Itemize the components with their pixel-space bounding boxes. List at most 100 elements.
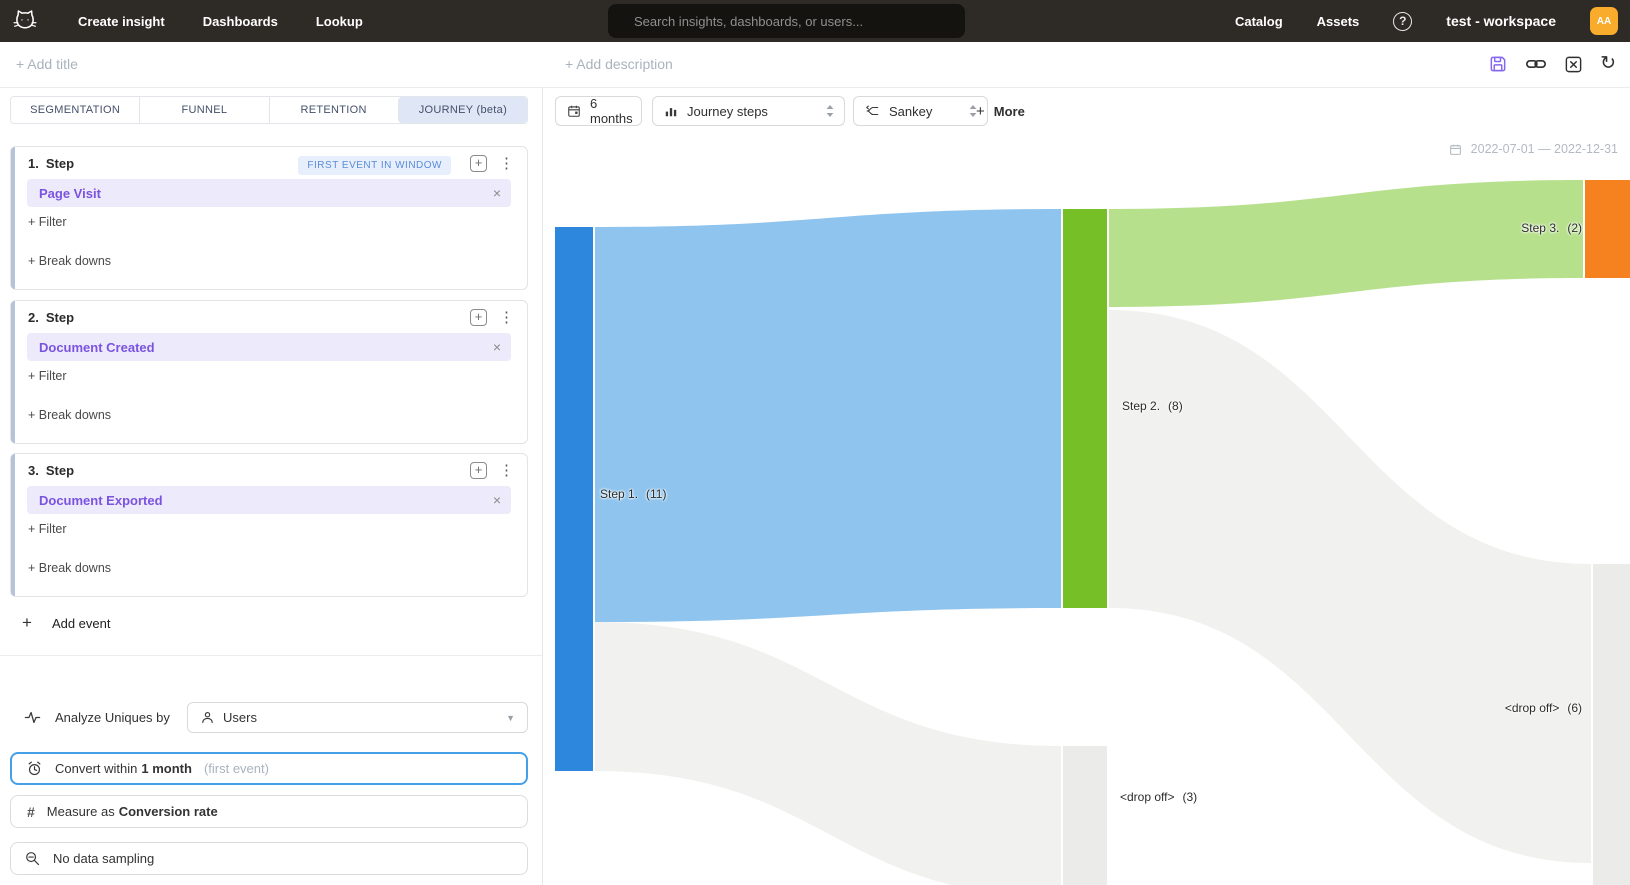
first-event-badge: FIRST EVENT IN WINDOW bbox=[298, 156, 451, 175]
remove-event-icon[interactable]: × bbox=[493, 492, 501, 508]
global-search[interactable] bbox=[608, 4, 965, 38]
sankey-chart: Step 1.(11) Step 2.(8) Step 3.(2) <drop … bbox=[544, 135, 1630, 885]
event-pill[interactable]: Document Exported × bbox=[27, 486, 511, 514]
data-sampling-setting[interactable]: No data sampling bbox=[10, 842, 528, 875]
more-options-button[interactable]: + More bbox=[976, 96, 1025, 126]
step-menu-icon[interactable]: ⋮ bbox=[499, 154, 514, 172]
save-icon[interactable] bbox=[1488, 54, 1508, 74]
link-step2-dropoff[interactable] bbox=[1109, 310, 1591, 863]
add-event-to-step-icon[interactable]: + bbox=[470, 155, 487, 172]
user-icon bbox=[200, 710, 215, 725]
step-number: 2. bbox=[28, 310, 39, 325]
card-accent bbox=[11, 147, 15, 289]
step-number: 1. bbox=[28, 156, 39, 171]
event-name: Page Visit bbox=[39, 186, 101, 201]
convert-within-label: Convert within bbox=[55, 761, 137, 776]
data-sampling-value: No data sampling bbox=[53, 851, 154, 866]
nav-assets[interactable]: Assets bbox=[1317, 14, 1360, 29]
sankey-label-dropoff-6: <drop off>(6) bbox=[1505, 701, 1582, 715]
step-number: 3. bbox=[28, 463, 39, 478]
add-breakdowns-button[interactable]: + Break downs bbox=[28, 254, 111, 268]
analyze-label: Analyze Uniques by bbox=[55, 710, 170, 725]
link-step1-step2[interactable] bbox=[595, 209, 1061, 622]
step-label: Step bbox=[46, 310, 74, 325]
event-pill[interactable]: Document Created × bbox=[27, 333, 511, 361]
analyze-uniques-row: Analyze Uniques by bbox=[24, 702, 170, 733]
step-card-1: 1. Step FIRST EVENT IN WINDOW + ⋮ Page V… bbox=[10, 146, 528, 290]
node-step3[interactable] bbox=[1585, 180, 1630, 278]
add-event-button[interactable]: + Add event bbox=[22, 613, 110, 633]
add-filter-button[interactable]: + Filter bbox=[28, 215, 67, 229]
sankey-label-step1: Step 1.(11) bbox=[600, 487, 666, 501]
sankey-label-step2: Step 2.(8) bbox=[1122, 399, 1183, 413]
panel-divider bbox=[0, 655, 542, 656]
event-name: Document Created bbox=[39, 340, 155, 355]
header-actions: ↻ bbox=[1488, 54, 1616, 74]
nav-lookup[interactable]: Lookup bbox=[316, 14, 363, 29]
copy-link-icon[interactable] bbox=[1525, 54, 1547, 74]
metric-value: Journey steps bbox=[687, 104, 768, 119]
convert-within-value: 1 month bbox=[141, 761, 192, 776]
step-card-3: 3. Step + ⋮ Document Exported × + Filter… bbox=[10, 453, 528, 597]
link-step2-step3[interactable] bbox=[1109, 180, 1583, 307]
remove-event-icon[interactable]: × bbox=[493, 185, 501, 201]
sankey-label-dropoff-3: <drop off>(3) bbox=[1120, 790, 1197, 804]
link-step1-dropoff[interactable] bbox=[595, 622, 1061, 885]
measure-as-label: Measure as bbox=[47, 804, 115, 819]
alarm-clock-icon bbox=[26, 760, 43, 777]
refresh-icon[interactable]: ↻ bbox=[1600, 54, 1616, 74]
viz-type-select[interactable]: Sankey bbox=[853, 96, 988, 126]
node-dropoff-after-step1[interactable] bbox=[1063, 746, 1107, 885]
add-filter-button[interactable]: + Filter bbox=[28, 522, 67, 536]
tab-journey[interactable]: JOURNEY (beta) bbox=[398, 97, 527, 123]
add-filter-button[interactable]: + Filter bbox=[28, 369, 67, 383]
time-window-button[interactable]: 6 months bbox=[555, 96, 642, 126]
query-builder-panel: SEGMENTATION FUNNEL RETENTION JOURNEY (b… bbox=[0, 88, 543, 885]
add-event-to-step-icon[interactable]: + bbox=[470, 462, 487, 479]
add-description-field[interactable]: + Add description bbox=[565, 56, 673, 72]
event-name: Document Exported bbox=[39, 493, 163, 508]
add-breakdowns-button[interactable]: + Break downs bbox=[28, 408, 111, 422]
step-label: Step bbox=[46, 463, 74, 478]
event-pill[interactable]: Page Visit × bbox=[27, 179, 511, 207]
convert-within-setting[interactable]: Convert within 1 month (first event) bbox=[10, 752, 528, 785]
analyze-by-value: Users bbox=[223, 710, 257, 725]
help-icon[interactable]: ? bbox=[1393, 12, 1412, 31]
node-step2[interactable] bbox=[1063, 209, 1107, 608]
step-title: 1. Step bbox=[28, 156, 74, 171]
node-step1[interactable] bbox=[555, 227, 593, 771]
app-logo-cat-icon[interactable] bbox=[10, 6, 40, 36]
top-nav: Create insight Dashboards Lookup Catalog… bbox=[0, 0, 1630, 42]
clear-insight-icon[interactable] bbox=[1564, 55, 1583, 74]
workspace-name[interactable]: test - workspace bbox=[1446, 13, 1556, 29]
analyze-by-dropdown[interactable]: Users ▼ bbox=[187, 702, 528, 733]
tab-retention[interactable]: RETENTION bbox=[269, 97, 398, 123]
node-dropoff-after-step2[interactable] bbox=[1593, 564, 1630, 885]
tab-segmentation[interactable]: SEGMENTATION bbox=[11, 97, 139, 123]
plus-icon: + bbox=[976, 103, 985, 120]
search-input[interactable] bbox=[608, 14, 965, 29]
add-breakdowns-button[interactable]: + Break downs bbox=[28, 561, 111, 575]
sankey-label-step3: Step 3.(2) bbox=[1521, 221, 1582, 235]
nav-create-insight[interactable]: Create insight bbox=[78, 14, 165, 29]
nav-dashboards[interactable]: Dashboards bbox=[203, 14, 278, 29]
sankey-icon bbox=[865, 104, 880, 118]
convert-within-hint: (first event) bbox=[204, 761, 269, 776]
add-event-to-step-icon[interactable]: + bbox=[470, 309, 487, 326]
measure-as-setting[interactable]: # Measure as Conversion rate bbox=[10, 795, 528, 828]
insight-header: + Add title + Add description ↻ bbox=[0, 42, 1630, 88]
select-spinner-icon bbox=[825, 104, 835, 118]
nav-catalog[interactable]: Catalog bbox=[1235, 14, 1283, 29]
remove-event-icon[interactable]: × bbox=[493, 339, 501, 355]
metric-select[interactable]: Journey steps bbox=[652, 96, 845, 126]
avatar[interactable]: AA bbox=[1590, 7, 1618, 35]
calendar-icon bbox=[567, 104, 581, 118]
step-menu-icon[interactable]: ⋮ bbox=[499, 461, 514, 479]
tab-funnel[interactable]: FUNNEL bbox=[139, 97, 268, 123]
add-title-field[interactable]: + Add title bbox=[16, 56, 78, 72]
nav-right: Catalog Assets ? test - workspace AA bbox=[1235, 0, 1618, 42]
chart-panel: 6 months Journey steps Sankey bbox=[544, 88, 1630, 885]
card-accent bbox=[11, 301, 15, 443]
step-menu-icon[interactable]: ⋮ bbox=[499, 308, 514, 326]
magnifier-minus-icon bbox=[24, 850, 41, 867]
